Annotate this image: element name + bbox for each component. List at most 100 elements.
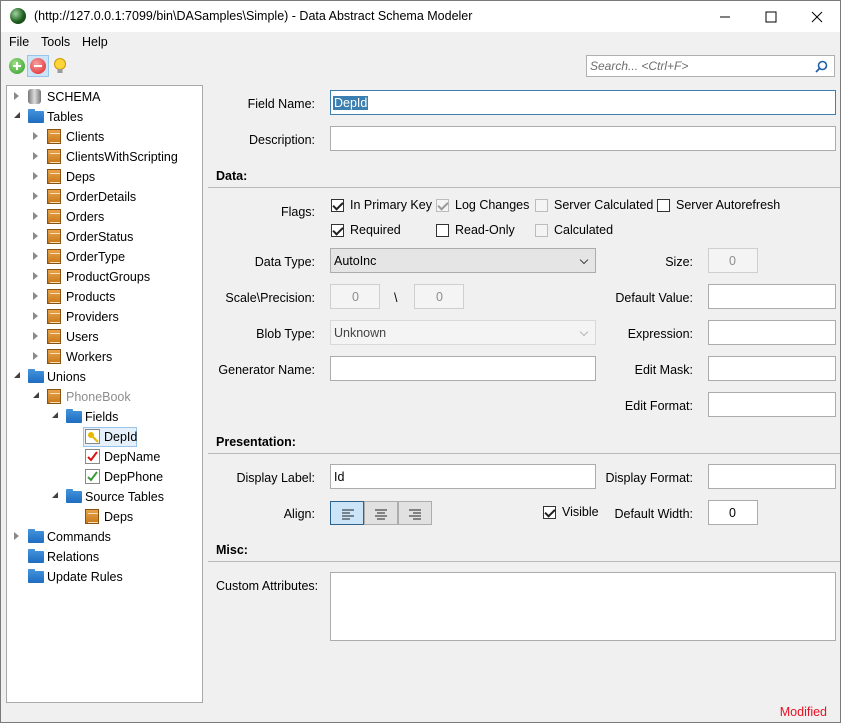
tree-node-label: ProductGroups [66, 270, 151, 284]
chevron-down-icon [579, 255, 589, 265]
maximize-button[interactable] [748, 1, 794, 32]
tree-node[interactable]: Providers [7, 307, 202, 327]
blob-type-select[interactable]: Unknown [330, 320, 596, 345]
display-label-input[interactable]: Id [330, 464, 596, 489]
expression-input[interactable] [708, 320, 836, 345]
expand-arrow-icon[interactable] [32, 252, 41, 261]
custom-attributes-label: Custom Attributes: [216, 579, 319, 593]
checkbox-box [535, 224, 548, 237]
menu-tools[interactable]: Tools [41, 35, 70, 49]
tree-node[interactable]: Clients [7, 127, 202, 147]
align-right-button[interactable] [398, 501, 432, 525]
tree-node[interactable]: ClientsWithScripting [7, 147, 202, 167]
collapse-arrow-icon[interactable] [51, 492, 60, 501]
required-label: Required [350, 223, 401, 237]
align-button-group [330, 501, 432, 525]
expand-arrow-icon[interactable] [32, 152, 41, 161]
table-icon [47, 229, 61, 244]
tree-node[interactable]: DepName [7, 447, 202, 467]
tree-node-label: ClientsWithScripting [66, 150, 178, 164]
tree-node[interactable]: SCHEMA [7, 87, 202, 107]
folder-icon [66, 489, 82, 503]
expand-arrow-icon[interactable] [32, 332, 41, 341]
tree-node-label: Providers [66, 310, 119, 324]
tree-node[interactable]: DepPhone [7, 467, 202, 487]
tree-node[interactable]: Products [7, 287, 202, 307]
tree-node-label: Deps [104, 510, 134, 524]
expand-arrow-icon[interactable] [32, 352, 41, 361]
read-only-label: Read-Only [455, 223, 515, 237]
field-name-input[interactable]: DepId [330, 90, 836, 115]
tree-node[interactable]: Relations [7, 547, 202, 567]
tree-node[interactable]: Deps [7, 507, 202, 527]
tree-node-label: Source Tables [85, 490, 164, 504]
expand-arrow-icon[interactable] [32, 172, 41, 181]
precision-input[interactable]: 0 [414, 284, 464, 309]
menu-help[interactable]: Help [82, 35, 108, 49]
edit-format-input[interactable] [708, 392, 836, 417]
table-icon [47, 149, 61, 164]
description-input[interactable] [330, 126, 836, 151]
tree-node[interactable]: ProductGroups [7, 267, 202, 287]
expand-arrow-icon[interactable] [32, 192, 41, 201]
folder-icon [28, 369, 44, 383]
expand-arrow-icon[interactable] [13, 92, 22, 101]
schema-tree[interactable]: SCHEMA Tables Clients ClientsWithScripting D… [6, 85, 203, 703]
menu-file[interactable]: File [9, 35, 29, 49]
expand-arrow-icon[interactable] [32, 232, 41, 241]
tree-node[interactable]: Tables [7, 107, 202, 127]
expand-arrow-icon[interactable] [32, 312, 41, 321]
tree-node[interactable]: OrderStatus [7, 227, 202, 247]
tree-node[interactable]: Workers [7, 347, 202, 367]
close-button[interactable] [794, 1, 840, 32]
data-type-select[interactable]: AutoInc [330, 248, 596, 273]
tree-node[interactable]: OrderType [7, 247, 202, 267]
tree-node[interactable]: DepId [7, 427, 202, 447]
checkbox-box [436, 199, 449, 212]
expand-arrow-icon[interactable] [32, 272, 41, 281]
tree-node-label: OrderStatus [66, 230, 134, 244]
search-icon[interactable] [815, 60, 828, 73]
size-input[interactable]: 0 [708, 248, 758, 273]
folder-icon [28, 569, 44, 583]
tree-node[interactable]: Fields [7, 407, 202, 427]
expand-arrow-icon[interactable] [13, 532, 22, 541]
expand-arrow-icon[interactable] [32, 132, 41, 141]
tree-node-label: Deps [66, 170, 96, 184]
scale-input[interactable]: 0 [330, 284, 380, 309]
default-value-input[interactable] [708, 284, 836, 309]
collapse-arrow-icon[interactable] [51, 412, 60, 421]
align-center-button[interactable] [364, 501, 398, 525]
tree-node[interactable]: Commands [7, 527, 202, 547]
table-icon [47, 209, 61, 224]
tree-node[interactable]: Source Tables [7, 487, 202, 507]
default-width-input[interactable]: 0 [708, 500, 758, 525]
edit-mask-input[interactable] [708, 356, 836, 381]
tree-node[interactable]: Unions [7, 367, 202, 387]
collapse-arrow-icon[interactable] [13, 112, 22, 121]
folder-icon [28, 529, 44, 543]
search-input[interactable]: Search... <Ctrl+F> [586, 55, 835, 77]
app-window: (http://127.0.0.1:7099/bin\DASamples\Sim… [0, 0, 841, 723]
expand-arrow-icon[interactable] [32, 292, 41, 301]
tree-node[interactable]: PhoneBook [7, 387, 202, 407]
default-width-value: 0 [729, 506, 736, 520]
field-name-label: Field Name: [247, 97, 315, 111]
display-format-input[interactable] [708, 464, 836, 489]
custom-attributes-input[interactable] [330, 572, 836, 641]
lightbulb-icon[interactable] [53, 57, 67, 75]
remove-button[interactable] [27, 55, 49, 77]
tree-node[interactable]: Deps [7, 167, 202, 187]
tree-node[interactable]: OrderDetails [7, 187, 202, 207]
tree-node[interactable]: Orders [7, 207, 202, 227]
align-left-button[interactable] [330, 501, 364, 525]
collapse-arrow-icon[interactable] [32, 392, 41, 401]
collapse-arrow-icon[interactable] [13, 372, 22, 381]
add-button[interactable] [9, 58, 25, 74]
expand-arrow-icon[interactable] [32, 212, 41, 221]
title-bar: (http://127.0.0.1:7099/bin\DASamples\Sim… [1, 1, 840, 32]
tree-node[interactable]: Update Rules [7, 567, 202, 587]
generator-name-input[interactable] [330, 356, 596, 381]
tree-node[interactable]: Users [7, 327, 202, 347]
minimize-button[interactable] [702, 1, 748, 32]
